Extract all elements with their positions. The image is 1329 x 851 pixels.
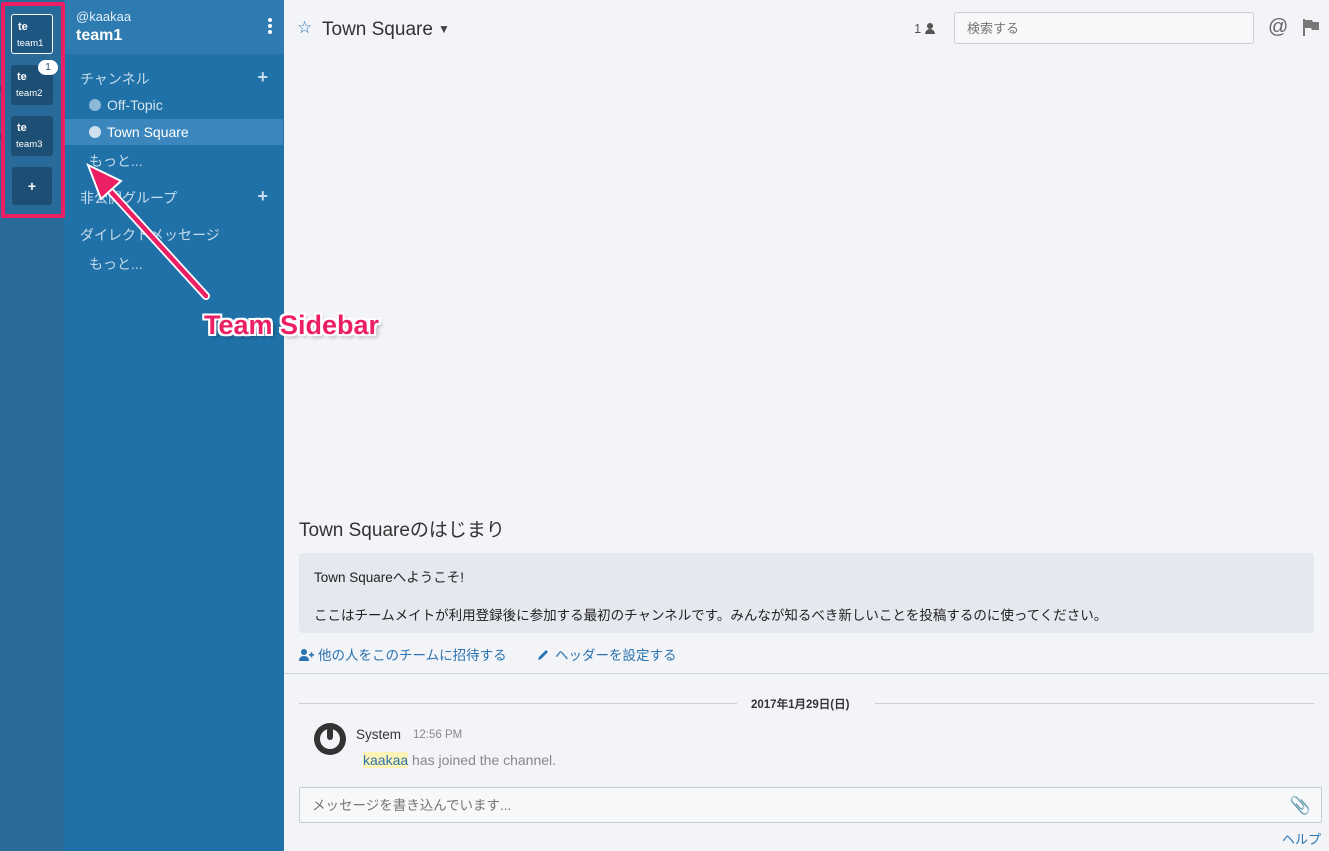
sidebar-header: @kaakaa team1 [64,0,284,54]
mentions-icon[interactable]: @ [1268,16,1288,39]
chevron-down-icon[interactable]: ▼ [438,22,450,36]
date-separator-text: 2017年1月29日(日) [751,699,850,711]
post-text: has joined the channel. [408,752,557,768]
sidebar-item-off-topic[interactable]: Off-Topic [64,92,283,118]
date-separator: 2017年1月29日(日) [299,696,1314,712]
center-channel: ☆ Town Square ▼ 1 @ Town Squareのはじまり Tow… [284,0,1329,851]
more-direct-messages-link[interactable]: もっと... [89,254,143,274]
channel-label: Off-Topic [107,97,163,113]
favorite-star-icon[interactable]: ☆ [297,18,312,38]
pencil-icon [538,650,548,660]
annotation-label: Team Sidebar [204,310,380,340]
message-composer: 📎 [299,787,1322,823]
main-menu-icon[interactable] [268,18,272,36]
header-link-label: ヘッダーを設定する [555,648,677,663]
channel-sidebar: @kaakaa team1 チャンネル + Off-Topic Town Squ… [64,0,284,851]
add-private-group-icon[interactable]: + [257,186,268,207]
paperclip-icon[interactable]: 📎 [1290,796,1311,816]
channels-section-title: チャンネル [80,71,150,87]
divider [284,673,1329,674]
user-mention[interactable]: kaakaa [363,752,409,768]
user-plus-icon [299,649,314,661]
system-avatar [314,723,346,755]
globe-icon [89,126,101,138]
team-name-title: team1 [76,27,123,44]
sidebar-item-town-square[interactable]: Town Square [64,119,283,145]
channel-label: Town Square [107,124,189,140]
member-count-value: 1 [914,21,922,36]
post-message: kaakaa has joined the channel. [363,752,556,768]
search-input[interactable] [954,12,1254,44]
direct-messages-section-title: ダイレクトメッセージ [80,227,220,243]
channel-intro-box: Town Squareへようこそ! ここはチームメイトが利用登録後に参加する最初… [299,553,1314,633]
intro-description: ここはチームメイトが利用登録後に参加する最初のチャンネルです。みんなが知るべき新… [314,608,1108,623]
annotation-highlight-box [1,2,65,218]
private-groups-section-title: 非公開グループ [80,190,178,206]
globe-icon [89,99,101,111]
message-input[interactable] [300,788,1280,822]
intro-welcome-text: Town Squareへようこそ! [314,570,465,585]
invite-others-link[interactable]: 他の人をこのチームに招待する [299,644,507,664]
member-count[interactable]: 1 [914,21,936,36]
date-separator-line [299,703,737,704]
more-channels-link[interactable]: もっと... [89,151,143,171]
post-timestamp[interactable]: 12:56 PM [413,729,462,741]
user-icon [925,23,936,34]
flag-icon[interactable] [1302,18,1320,36]
add-channel-icon[interactable]: + [257,67,268,88]
invite-link-label: 他の人をこのチームに招待する [318,648,507,663]
channel-title[interactable]: Town Square [322,19,433,41]
set-header-link[interactable]: ヘッダーを設定する [536,644,677,664]
date-separator-line [875,703,1314,704]
username: @kaakaa [76,9,132,24]
channel-intro-title: Town Squareのはじまり [299,520,505,541]
post-author[interactable]: System [356,727,401,742]
help-link[interactable]: ヘルプ [1282,829,1321,848]
